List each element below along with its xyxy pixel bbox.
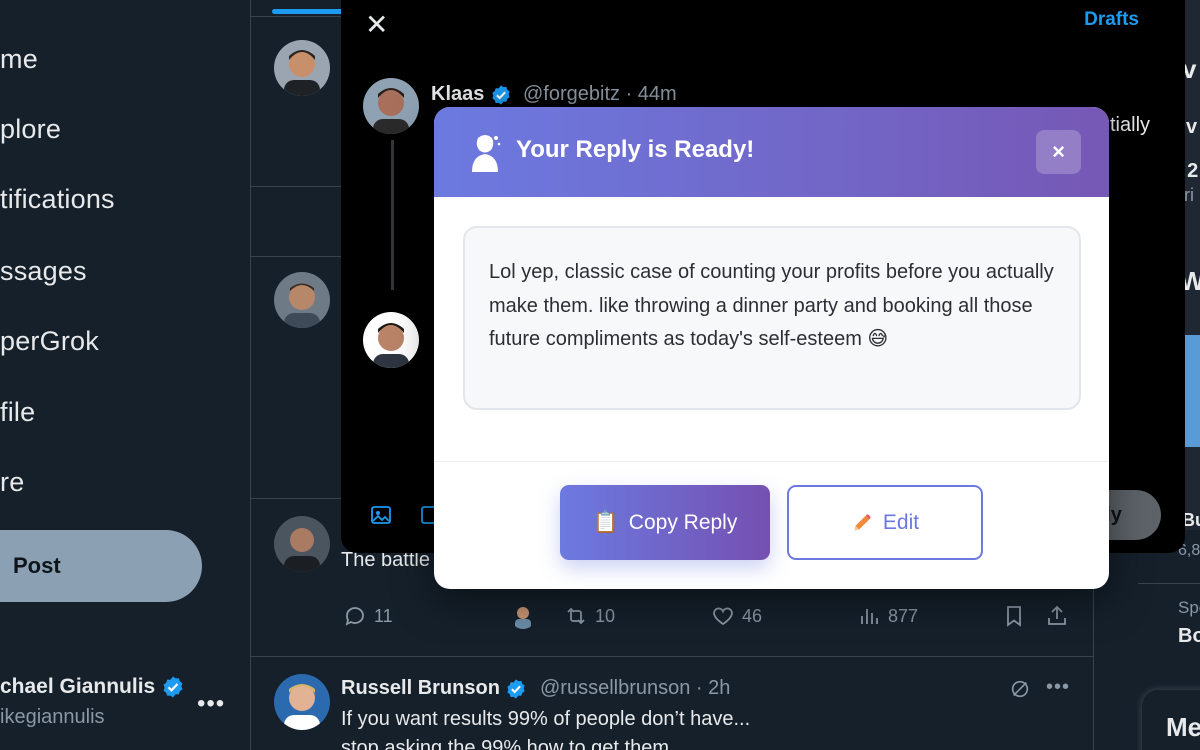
grok-icon[interactable]	[1009, 678, 1031, 700]
nav-item-explore[interactable]: plore	[0, 114, 61, 145]
avatar-user-icon	[274, 272, 330, 328]
nav-item-messages[interactable]: ssages	[0, 256, 87, 287]
verified-badge-icon	[492, 85, 510, 105]
tweet-more-icon[interactable]: •••	[1046, 676, 1070, 699]
avatar[interactable]	[274, 674, 330, 730]
nav-item-home[interactable]: me	[0, 44, 38, 75]
popup-title: Your Reply is Ready!	[516, 136, 755, 163]
nav-item-supergrok[interactable]: perGrok	[0, 326, 99, 357]
pencil-icon	[854, 513, 871, 530]
avatar[interactable]	[274, 272, 330, 328]
avatar[interactable]	[363, 312, 419, 368]
avatar-user-icon	[274, 674, 330, 730]
tweet-author-name-text: Russell Brunson	[341, 677, 500, 699]
quoted-tweet-text: tially	[1110, 114, 1151, 136]
retweet-icon	[567, 607, 585, 625]
avatar[interactable]	[274, 40, 330, 96]
generated-reply-text: Lol yep, classic case of counting your p…	[489, 261, 1054, 350]
thread-line	[391, 140, 394, 290]
popup-footer-divider	[434, 461, 1109, 462]
reply-count: 11	[374, 605, 393, 626]
copy-reply-button[interactable]: 📋 Copy Reply	[560, 485, 770, 560]
messages-drawer[interactable]: Me	[1142, 690, 1200, 750]
tweet-text: stop asking the 99% how to get them.	[341, 737, 675, 750]
left-nav: me plore tifications ssages perGrok file…	[0, 0, 250, 750]
tweet-author-name[interactable]: Russell Brunson	[341, 677, 527, 700]
trend-fragment: Spor	[1178, 598, 1200, 617]
heart-icon	[713, 607, 733, 626]
bookmark-icon	[1007, 606, 1021, 627]
quoted-author-name-text: Klaas	[431, 83, 485, 105]
views-count: 877	[888, 605, 919, 626]
popup-header: Your Reply is Ready! ×	[434, 107, 1109, 197]
trend-fragment: v	[1186, 116, 1198, 138]
trend-fragment: ri	[1184, 185, 1194, 205]
close-icon[interactable]: ✕	[365, 8, 388, 41]
reply-icon	[345, 607, 364, 626]
drafts-button[interactable]: Drafts	[1084, 9, 1139, 31]
nav-item-notifications[interactable]: tifications	[0, 184, 115, 215]
avatar-user-icon	[363, 78, 419, 134]
image-icon[interactable]	[369, 503, 393, 527]
avatar[interactable]	[363, 78, 419, 134]
reply-action[interactable]: 11	[343, 603, 393, 629]
tweet-text: If you want results 99% of people don’t …	[341, 708, 751, 730]
views-icon	[861, 609, 878, 624]
feed-divider	[251, 656, 1093, 657]
retweet-count: 10	[595, 605, 616, 626]
quoted-author-handle: @forgebitz · 44m	[523, 83, 677, 105]
tweet-author-handle[interactable]: @russellbrunson · 2h	[540, 677, 730, 700]
popup-close-button[interactable]: ×	[1036, 130, 1081, 174]
views-action[interactable]: 877	[857, 603, 918, 629]
mini-avatar-icon	[510, 603, 536, 629]
trend-image	[1185, 335, 1200, 447]
account-name-text: chael Giannulis	[0, 675, 156, 698]
like-count: 46	[742, 605, 763, 626]
bookmark-action[interactable]	[1002, 603, 1026, 629]
edit-button[interactable]: Edit	[787, 485, 983, 560]
trend-divider	[1138, 583, 1200, 584]
nav-item-more[interactable]: re	[0, 467, 24, 498]
messages-drawer-title: Me	[1166, 712, 1200, 742]
share-action[interactable]	[1045, 603, 1069, 629]
trend-fragment: Boh	[1178, 625, 1200, 647]
retweet-action[interactable]: 10	[564, 603, 615, 629]
quoted-author-name[interactable]: Klaas	[431, 83, 512, 106]
verified-badge-icon	[507, 679, 526, 699]
verified-badge-icon	[163, 676, 183, 698]
clipboard-icon: 📋	[592, 510, 619, 534]
avatar[interactable]	[274, 516, 330, 572]
reply-ready-popup: Your Reply is Ready! × Lol yep, classic …	[434, 107, 1109, 589]
copy-reply-label: Copy Reply	[628, 510, 738, 534]
account-more-icon[interactable]: •••	[197, 690, 225, 718]
avatar	[510, 603, 536, 629]
assistant-icon	[472, 135, 501, 172]
avatar-user-icon	[363, 312, 419, 368]
post-button[interactable]: Post	[0, 530, 202, 602]
avatar-user-icon	[274, 516, 330, 572]
tab-indicator	[272, 9, 344, 14]
like-action[interactable]: 46	[711, 603, 762, 629]
share-icon	[1048, 605, 1066, 625]
generated-reply-box[interactable]: Lol yep, classic case of counting your p…	[463, 226, 1081, 410]
account-name[interactable]: chael Giannulis	[0, 675, 185, 699]
account-handle: ikegiannulis	[0, 706, 105, 728]
nav-item-profile[interactable]: file	[0, 397, 35, 428]
edit-label: Edit	[882, 510, 920, 534]
avatar-user-icon	[274, 40, 330, 96]
